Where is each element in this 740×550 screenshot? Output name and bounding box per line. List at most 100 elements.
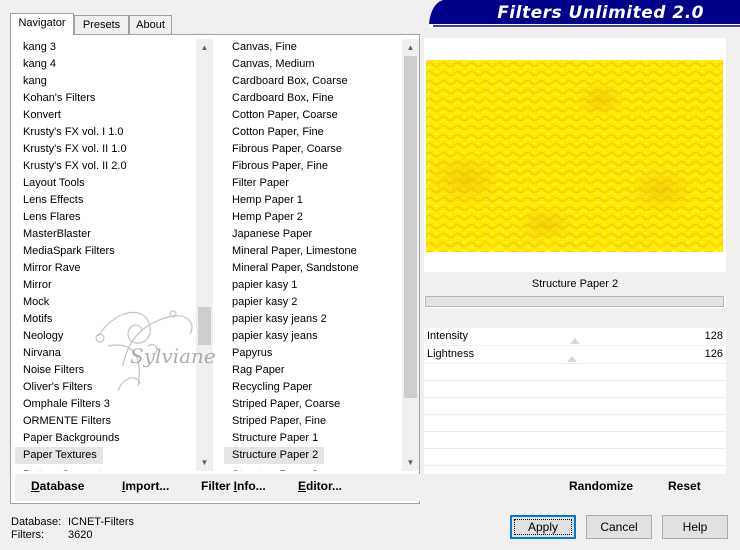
filter-item[interactable]: Japanese Paper xyxy=(224,226,419,243)
help-button[interactable]: Help xyxy=(662,515,728,539)
lightness-thumb[interactable] xyxy=(566,356,577,362)
category-item[interactable]: Mock xyxy=(15,294,213,311)
scroll-down-arrow-icon[interactable]: ▼ xyxy=(196,454,213,471)
category-list[interactable]: kang 3 kang 4 kang Kohan's Filters Konvert Kr… xyxy=(15,39,213,471)
category-item[interactable]: Paper Textures xyxy=(15,447,103,464)
scroll-thumb[interactable] xyxy=(404,56,417,398)
filter-item[interactable]: papier kasy jeans 2 xyxy=(224,311,419,328)
category-item[interactable]: Pattern Generators xyxy=(15,467,213,471)
filter-item[interactable]: papier kasy 1 xyxy=(224,277,419,294)
filter-item[interactable]: papier kasy jeans xyxy=(224,328,419,345)
lightness-label: Lightness xyxy=(427,348,475,360)
scroll-down-arrow-icon[interactable]: ▼ xyxy=(402,454,419,471)
filter-item[interactable]: Mineral Paper, Sandstone xyxy=(224,260,419,277)
apply-label: Apply xyxy=(527,520,559,534)
category-item[interactable]: MediaSpark Filters xyxy=(15,243,213,260)
filter-info-button[interactable]: Filter Info... xyxy=(201,479,266,493)
filter-item[interactable]: Structure Paper 3 xyxy=(224,467,419,471)
filter-item[interactable]: Canvas, Fine xyxy=(224,39,419,56)
param-row-empty xyxy=(424,364,726,381)
filter-item[interactable]: Mineral Paper, Limestone xyxy=(224,243,419,260)
category-item[interactable]: Neology xyxy=(15,328,213,345)
category-item[interactable]: ORMENTE Filters xyxy=(15,413,213,430)
filter-item[interactable]: Cotton Paper, Fine xyxy=(224,124,419,141)
category-item[interactable]: Noise Filters xyxy=(15,362,213,379)
param-row-empty xyxy=(424,432,726,449)
filter-item[interactable]: Structure Paper 1 xyxy=(224,430,419,447)
lightness-slider[interactable]: Lightness 126 xyxy=(424,346,726,364)
filter-item[interactable]: Hemp Paper 2 xyxy=(224,209,419,226)
filters-count-value: 3620 xyxy=(68,529,93,541)
category-item[interactable]: Paper Backgrounds xyxy=(15,430,213,447)
intensity-label: Intensity xyxy=(427,330,468,342)
filter-item[interactable]: Recycling Paper xyxy=(224,379,419,396)
category-item[interactable]: Omphale Filters 3 xyxy=(15,396,213,413)
intensity-slider[interactable]: Intensity 128 xyxy=(424,328,726,346)
filter-item[interactable]: Rag Paper xyxy=(224,362,419,379)
filters-count-label: Filters: xyxy=(11,529,44,541)
tab-navigator[interactable]: Navigator xyxy=(10,13,74,35)
database-status-label: Database: xyxy=(11,516,62,528)
randomize-button[interactable]: Randomize xyxy=(569,479,633,493)
category-item[interactable]: Kohan's Filters xyxy=(15,90,213,107)
category-item[interactable]: Mirror Rave xyxy=(15,260,213,277)
filter-item[interactable]: Cardboard Box, Coarse xyxy=(224,73,419,90)
param-row-empty xyxy=(424,415,726,432)
filter-item[interactable]: Fibrous Paper, Coarse xyxy=(224,141,419,158)
filters-count-status: Filters: 3620 xyxy=(11,529,92,541)
editor-button[interactable]: Editor... xyxy=(298,479,342,493)
filter-item[interactable]: Cardboard Box, Fine xyxy=(224,90,419,107)
category-item[interactable]: Nirvana xyxy=(15,345,213,362)
category-item[interactable]: Oliver's Filters xyxy=(15,379,213,396)
category-item[interactable]: MasterBlaster xyxy=(15,226,213,243)
filter-item[interactable]: Structure Paper 2 xyxy=(224,447,325,464)
filter-item[interactable]: Canvas, Medium xyxy=(224,56,419,73)
filter-item[interactable]: Cotton Paper, Coarse xyxy=(224,107,419,124)
param-row-empty xyxy=(424,381,726,398)
filter-list[interactable]: Canvas, Fine Canvas, Medium Cardboard Box,… xyxy=(224,39,419,471)
category-scrollbar[interactable]: ▲ ▼ xyxy=(196,39,213,471)
import-button[interactable]: Import... xyxy=(122,479,169,493)
category-item[interactable]: kang xyxy=(15,73,213,90)
app-title: Filters Unlimited 2.0 xyxy=(497,3,704,23)
filter-item[interactable]: papier kasy 2 xyxy=(224,294,419,311)
cancel-button[interactable]: Cancel xyxy=(586,515,652,539)
scroll-up-arrow-icon[interactable]: ▲ xyxy=(402,39,419,56)
tab-presets[interactable]: Presets xyxy=(74,15,129,35)
category-item[interactable]: Motifs xyxy=(15,311,213,328)
database-status: Database: ICNET-Filters xyxy=(11,516,134,528)
category-item[interactable]: Mirror xyxy=(15,277,213,294)
filter-item[interactable]: Striped Paper, Coarse xyxy=(224,396,419,413)
filter-actions: Randomize Reset xyxy=(424,474,726,501)
filter-item[interactable]: Fibrous Paper, Fine xyxy=(224,158,419,175)
filter-bar xyxy=(425,296,724,307)
apply-button[interactable]: Apply xyxy=(510,515,576,539)
category-item[interactable]: Konvert xyxy=(15,107,213,124)
scroll-thumb[interactable] xyxy=(198,307,211,345)
category-item[interactable]: Lens Effects xyxy=(15,192,213,209)
database-button[interactable]: Database xyxy=(31,479,84,493)
intensity-value: 128 xyxy=(704,330,723,342)
param-row-empty xyxy=(424,449,726,466)
lightness-value: 126 xyxy=(704,348,723,360)
app-banner: Filters Unlimited 2.0 xyxy=(429,0,740,28)
tab-about[interactable]: About xyxy=(129,15,172,35)
filter-name: Structure Paper 2 xyxy=(424,272,726,296)
filter-scrollbar[interactable]: ▲ ▼ xyxy=(402,39,419,471)
filter-item[interactable]: Hemp Paper 1 xyxy=(224,192,419,209)
intensity-thumb[interactable] xyxy=(570,338,580,344)
reset-button[interactable]: Reset xyxy=(668,479,701,493)
category-item[interactable]: Layout Tools xyxy=(15,175,213,192)
category-item[interactable]: Krusty's FX vol. II 1.0 xyxy=(15,141,213,158)
filter-item[interactable]: Striped Paper, Fine xyxy=(224,413,419,430)
filter-item[interactable]: Filter Paper xyxy=(224,175,419,192)
category-item[interactable]: Krusty's FX vol. II 2.0 xyxy=(15,158,213,175)
category-item[interactable]: Krusty's FX vol. I 1.0 xyxy=(15,124,213,141)
scroll-up-arrow-icon[interactable]: ▲ xyxy=(196,39,213,56)
category-item[interactable]: kang 4 xyxy=(15,56,213,73)
category-item[interactable]: Lens Flares xyxy=(15,209,213,226)
navigator-toolbar: Database Import... Filter Info... Editor… xyxy=(15,474,420,501)
param-row-empty xyxy=(424,398,726,415)
category-item[interactable]: kang 3 xyxy=(15,39,213,56)
filter-item[interactable]: Papyrus xyxy=(224,345,419,362)
